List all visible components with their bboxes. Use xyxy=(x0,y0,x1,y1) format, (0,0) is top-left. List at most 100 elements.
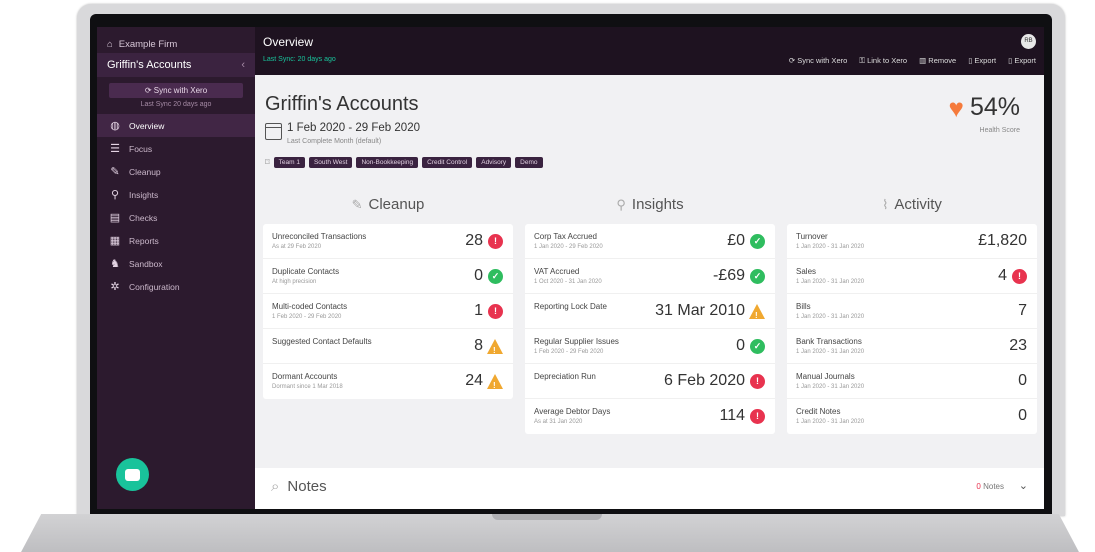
alert-icon: ! xyxy=(750,374,765,389)
sync-button-label: Sync with Xero xyxy=(153,86,208,95)
tag-chip[interactable]: Credit Control xyxy=(422,157,473,168)
topbar-action-button[interactable]: ▯ Export xyxy=(1008,56,1036,66)
client-name: Griffin's Accounts xyxy=(107,59,192,71)
sidebar-item-label: Insights xyxy=(129,189,159,200)
lightbulb-icon: ⚲ xyxy=(110,189,120,201)
tag-chip[interactable]: South West xyxy=(308,157,353,168)
health-score: ♥ 54% xyxy=(949,93,1020,122)
metric-row[interactable]: Turnover 1 Jan 2020 - 31 Jan 2020 £1,820 xyxy=(787,224,1037,259)
chevron-down-icon[interactable]: ⌄ xyxy=(1019,479,1028,492)
metric-label: Average Debtor Days xyxy=(534,407,611,416)
metric-row[interactable]: Unreconciled Transactions As at 29 Feb 20… xyxy=(263,224,513,259)
metric-row[interactable]: Manual Journals 1 Jan 2020 - 31 Jan 2020 0 xyxy=(787,364,1037,399)
metric-row[interactable]: Duplicate Contacts At high precision 0 ✓ xyxy=(263,259,513,294)
metric-row[interactable]: Average Debtor Days As at 31 Jan 2020 114! xyxy=(525,399,775,434)
tag-chip[interactable]: Team 1 xyxy=(273,157,305,168)
metric-row[interactable]: Corp Tax Accrued 1 Jan 2020 - 29 Feb 2020… xyxy=(525,224,775,259)
sidebar-nav: ◍ Overview ☰ Focus ✎ Cleanup ⚲ Insights ▤ Checks ▦… xyxy=(97,114,255,298)
metric-label: Manual Journals xyxy=(796,372,855,381)
metric-row[interactable]: Bills 1 Jan 2020 - 31 Jan 2020 7 xyxy=(787,294,1037,329)
topbar-action-button[interactable]: ⚿ Link to Xero xyxy=(859,56,907,66)
metric-row[interactable]: Suggested Contact Defaults 8! xyxy=(263,329,513,364)
metric-label: Turnover xyxy=(796,232,828,241)
notes-title-label: Notes xyxy=(287,478,327,495)
metric-label: Sales xyxy=(796,267,817,276)
metric-value: 7 xyxy=(1018,302,1027,319)
metric-value: £0 xyxy=(727,232,745,249)
metric-row[interactable]: Depreciation Run 6 Feb 2020! xyxy=(525,364,775,399)
metric-subtitle: 1 Oct 2020 - 31 Jan 2020 xyxy=(534,279,602,285)
chevron-icon: ‹ xyxy=(241,59,245,71)
metric-label: Dormant Accounts xyxy=(272,372,338,381)
metric-subtitle: 1 Feb 2020 - 29 Feb 2020 xyxy=(272,314,342,320)
avatar[interactable]: RB xyxy=(1021,34,1036,49)
warning-icon: ! xyxy=(749,304,765,320)
health-score-value: 54% xyxy=(969,93,1020,121)
alert-icon: ! xyxy=(488,234,503,249)
metric-subtitle: 1 Jan 2020 - 31 Jan 2020 xyxy=(796,349,865,355)
section-card-cleanup: Unreconciled Transactions As at 29 Feb 20… xyxy=(263,224,513,399)
home-icon: ⌂ xyxy=(107,39,113,50)
metric-label: Regular Supplier Issues xyxy=(534,337,619,346)
check-icon: ✓ xyxy=(488,269,503,284)
metric-row[interactable]: VAT Accrued 1 Oct 2020 - 31 Jan 2020 -£69 ✓ xyxy=(525,259,775,294)
sidebar-item-cleanup[interactable]: ✎ Cleanup xyxy=(97,160,255,183)
metric-row[interactable]: Credit Notes 1 Jan 2020 - 31 Jan 2020 0 xyxy=(787,399,1037,434)
metric-row[interactable]: Sales 1 Jan 2020 - 31 Jan 2020 4! xyxy=(787,259,1037,294)
sidebar-item-focus[interactable]: ☰ Focus xyxy=(97,137,255,160)
metric-value: 0 xyxy=(736,337,745,354)
tag-chip[interactable]: Non-Bookkeeping xyxy=(356,157,419,168)
notes-title[interactable]: ⌕ Notes xyxy=(271,478,327,495)
period-selector[interactable]: 1 Feb 2020 - 29 Feb 2020 xyxy=(287,122,420,134)
topbar-action-button[interactable]: ▥ Remove xyxy=(919,56,956,66)
tag-chip[interactable]: Demo xyxy=(515,157,543,168)
metric-row[interactable]: Bank Transactions 1 Jan 2020 - 31 Jan 202… xyxy=(787,329,1037,364)
warning-icon: ! xyxy=(487,374,503,390)
notes-count-number: 0 xyxy=(976,482,981,491)
notes-count-label: Notes xyxy=(983,482,1004,491)
notes-panel: ⌕ Notes 0 Notes ⌄ xyxy=(255,468,1044,509)
topbar-actions: ⟳ Sync with Xero ⚿ Link to Xero ▥ Remove ▯ … xyxy=(789,56,1036,66)
metric-value: 31 Mar 2010 xyxy=(655,302,745,319)
metric-label: Corp Tax Accrued xyxy=(534,232,597,241)
sidebar-item-configuration[interactable]: ✲ Configuration xyxy=(97,275,255,298)
firm-switcher[interactable]: ⌂ Example Firm xyxy=(97,27,255,53)
sidebar-item-overview[interactable]: ◍ Overview xyxy=(97,114,255,137)
metric-row[interactable]: Reporting Lock Date 31 Mar 2010! xyxy=(525,294,775,329)
paperclip-icon: ⌕ xyxy=(271,478,280,495)
metric-row[interactable]: Dormant Accounts Dormant since 1 Mar 2018… xyxy=(263,364,513,399)
sidebar-item-sandbox[interactable]: ♞ Sandbox xyxy=(97,252,255,275)
metric-row[interactable]: Regular Supplier Issues 1 Feb 2020 - 29 F… xyxy=(525,329,775,364)
sidebar-item-checks[interactable]: ▤ Checks xyxy=(97,206,255,229)
metric-subtitle: 1 Jan 2020 - 31 Jan 2020 xyxy=(796,314,865,320)
metric-value: 28 xyxy=(465,232,483,249)
sync-icon: ⟳ xyxy=(144,86,154,95)
chat-button[interactable] xyxy=(116,458,149,491)
topbar-action-button[interactable]: ▯ Export xyxy=(968,56,996,66)
metric-value: 0 xyxy=(474,267,483,284)
gear-icon: ✲ xyxy=(110,281,120,293)
client-switcher[interactable]: Griffin's Accounts ‹ xyxy=(97,53,255,77)
section-title-insights: ⚲ Insights xyxy=(525,196,775,213)
metric-label: Unreconciled Transactions xyxy=(272,232,367,241)
main-content: Griffin's Accounts 1 Feb 2020 - 29 Feb 2… xyxy=(255,75,1044,509)
topbar-action-button[interactable]: ⟳ Sync with Xero xyxy=(789,56,847,66)
alert-icon: ! xyxy=(750,409,765,424)
sidebar-item-reports[interactable]: ▦ Reports xyxy=(97,229,255,252)
calendar-icon[interactable] xyxy=(265,123,282,140)
metric-label: Bank Transactions xyxy=(796,337,862,346)
metric-subtitle: As at 29 Feb 2020 xyxy=(272,244,322,250)
metric-subtitle: 1 Jan 2020 - 29 Feb 2020 xyxy=(534,244,603,250)
alert-icon: ! xyxy=(488,304,503,319)
sidebar-item-insights[interactable]: ⚲ Insights xyxy=(97,183,255,206)
metric-row[interactable]: Multi-coded Contacts 1 Feb 2020 - 29 Feb … xyxy=(263,294,513,329)
topbar: Overview Last Sync: 20 days ago RB ⟳ Syn… xyxy=(255,27,1044,75)
last-sync-link[interactable]: Last Sync: 20 days ago xyxy=(263,56,336,63)
sidebar-item-label: Reports xyxy=(129,235,159,246)
tag-chip[interactable]: Advisory xyxy=(476,157,512,168)
tag-icon: ⌑ xyxy=(265,157,270,167)
sidebar-sync-button[interactable]: ⟳ Sync with Xero xyxy=(109,83,243,98)
metric-label: Reporting Lock Date xyxy=(534,302,607,311)
firm-name: Example Firm xyxy=(118,39,178,50)
metric-label: Duplicate Contacts xyxy=(272,267,340,276)
